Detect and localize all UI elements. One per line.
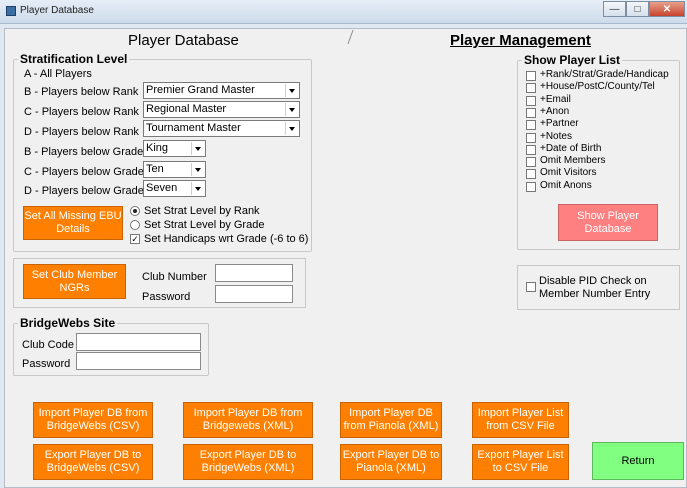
grade-d-value: Seven <box>146 182 178 194</box>
import-bridgewebs-csv-button[interactable]: Import Player DB from BridgeWebs (CSV) <box>33 402 153 438</box>
rank-b-value: Premier Grand Master <box>146 84 255 96</box>
strat-label-b-grade: B - Players below Grade <box>24 146 144 158</box>
stratification-legend: Stratification Level <box>20 52 128 66</box>
pid-check-checkbox[interactable] <box>526 282 536 292</box>
set-club-ngrs-button[interactable]: Set Club Member NGRs <box>23 264 126 299</box>
show-list-label: +Notes <box>540 131 572 142</box>
rank-d-select[interactable]: Tournament Master <box>143 120 300 137</box>
show-list-checkbox[interactable] <box>526 83 536 93</box>
show-list-label: Omit Members <box>540 155 606 166</box>
show-list-checkbox[interactable] <box>526 169 536 179</box>
strat-label-d-grade: D - Players below Grade <box>24 185 144 197</box>
show-list-label: +Partner <box>540 118 579 129</box>
rank-c-value: Regional Master <box>146 103 227 115</box>
club-password-label: Password <box>142 291 191 303</box>
maximize-icon[interactable]: □ <box>626 1 649 17</box>
show-list-checkbox[interactable] <box>526 108 536 118</box>
minimize-icon[interactable]: — <box>603 1 626 17</box>
rank-c-select[interactable]: Regional Master <box>143 101 300 118</box>
bridgewebs-legend: BridgeWebs Site <box>20 316 116 330</box>
chevron-down-icon[interactable] <box>191 142 204 155</box>
import-csv-button[interactable]: Import Player List from CSV File <box>472 402 569 438</box>
show-player-database-button[interactable]: Show Player Database <box>558 204 658 241</box>
chevron-down-icon[interactable] <box>191 182 204 195</box>
strat-by-grade-radio[interactable] <box>130 220 140 230</box>
grade-b-select[interactable]: King <box>143 140 206 157</box>
grade-d-select[interactable]: Seven <box>143 180 206 197</box>
bw-password-input[interactable] <box>76 352 201 370</box>
rank-b-select[interactable]: Premier Grand Master <box>143 82 300 99</box>
show-list-checkbox[interactable] <box>526 182 536 192</box>
show-list-checkbox[interactable] <box>526 145 536 155</box>
window-title: Player Database <box>20 5 94 16</box>
show-list-label: Omit Anons <box>540 180 592 191</box>
handicap-grade-checkbox[interactable]: ✓ <box>130 234 140 244</box>
strat-label-c-rank: C - Players below Rank <box>24 106 139 118</box>
show-list-checkbox[interactable] <box>526 133 536 143</box>
club-password-input[interactable] <box>215 285 293 303</box>
title-bar <box>0 0 687 24</box>
show-list-label: +Anon <box>540 106 570 117</box>
bw-club-code-label: Club Code <box>22 339 74 351</box>
show-list-label: +Email <box>540 94 571 105</box>
bw-password-label: Password <box>22 358 71 370</box>
export-bridgewebs-csv-button[interactable]: Export Player DB to BridgeWebs (CSV) <box>33 444 153 480</box>
rank-d-value: Tournament Master <box>146 122 241 134</box>
show-list-label: +Rank/Strat/Grade/Handicap <box>540 69 669 80</box>
show-list-label: +House/PostC/County/Tel <box>540 81 655 92</box>
strat-by-grade-label: Set Strat Level by Grade <box>144 219 265 231</box>
show-list-label: Omit Visitors <box>540 167 597 178</box>
strat-label-b-rank: B - Players below Rank <box>24 86 139 98</box>
show-list-checkbox[interactable] <box>526 96 536 106</box>
bw-club-code-input[interactable] <box>76 333 201 351</box>
return-button[interactable]: Return <box>592 442 684 480</box>
set-missing-ebu-button[interactable]: Set All Missing EBU Details <box>23 206 123 240</box>
show-list-legend: Show Player List <box>524 53 621 67</box>
pid-check-label: Disable PID Check on Member Number Entry <box>539 275 651 300</box>
app-icon <box>6 6 16 16</box>
chevron-down-icon[interactable] <box>285 84 298 97</box>
chevron-down-icon[interactable] <box>191 163 204 176</box>
chevron-down-icon[interactable] <box>285 122 298 135</box>
strat-by-rank-label: Set Strat Level by Rank <box>144 205 260 217</box>
show-list-checkbox[interactable] <box>526 120 536 130</box>
show-list-checkbox[interactable] <box>526 157 536 167</box>
grade-c-select[interactable]: Ten <box>143 161 206 178</box>
window-controls: — □ ✕ <box>603 1 685 17</box>
import-pianola-button[interactable]: Import Player DB from Pianola (XML) <box>340 402 442 438</box>
strat-by-rank-radio[interactable] <box>130 206 140 216</box>
chevron-down-icon[interactable] <box>285 103 298 116</box>
strat-label-a: A - All Players <box>24 68 92 80</box>
export-bridgewebs-xml-button[interactable]: Export Player DB to BridgeWebs (XML) <box>183 444 313 480</box>
club-number-input[interactable] <box>215 264 293 282</box>
tab-player-management[interactable]: Player Management <box>450 32 591 49</box>
tab-player-database[interactable]: Player Database <box>128 32 239 49</box>
show-list-checkbox[interactable] <box>526 71 536 81</box>
export-pianola-button[interactable]: Export Player DB to Pianola (XML) <box>340 444 442 480</box>
strat-label-c-grade: C - Players below Grade <box>24 166 144 178</box>
grade-c-value: Ten <box>146 163 164 175</box>
strat-label-d-rank: D - Players below Rank <box>24 126 139 138</box>
close-icon[interactable]: ✕ <box>649 1 685 17</box>
grade-b-value: King <box>146 142 169 154</box>
club-number-label: Club Number <box>142 271 207 283</box>
export-csv-button[interactable]: Export Player List to CSV File <box>472 444 569 480</box>
handicap-grade-label: Set Handicaps wrt Grade (-6 to 6) <box>144 233 309 245</box>
import-bridgewebs-xml-button[interactable]: Import Player DB from Bridgewebs (XML) <box>183 402 313 438</box>
show-list-label: +Date of Birth <box>540 143 602 154</box>
